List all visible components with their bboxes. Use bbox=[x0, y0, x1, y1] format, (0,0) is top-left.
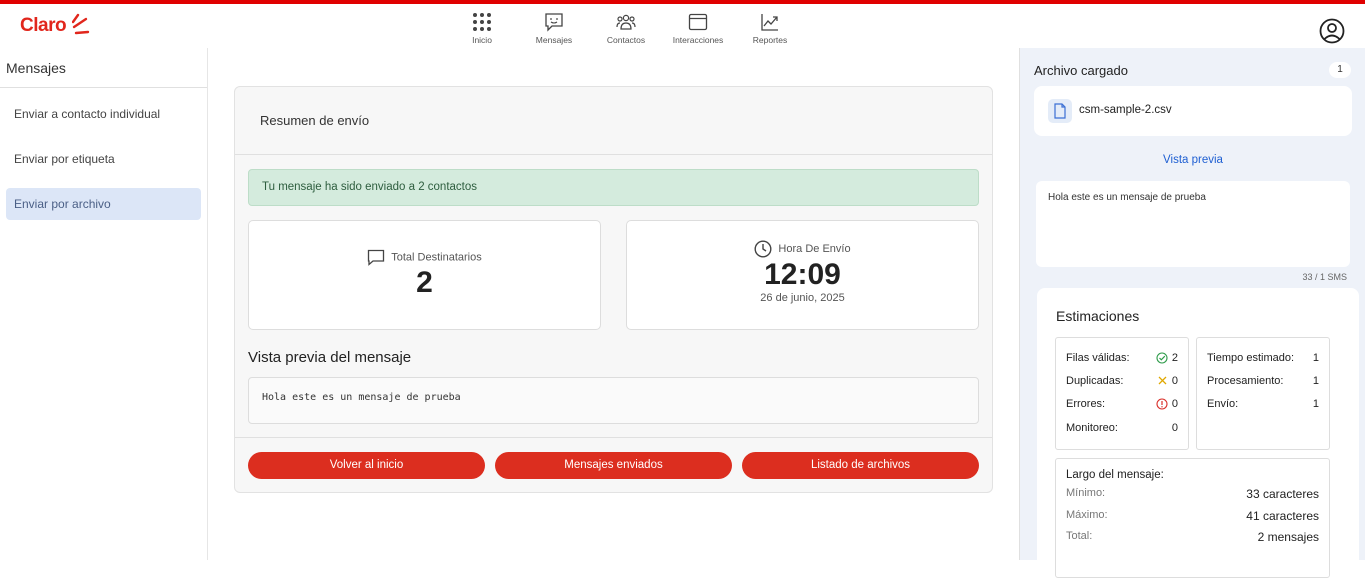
summary-title: Resumen de envío bbox=[235, 87, 992, 155]
nav-label: Mensajes bbox=[535, 35, 573, 45]
file-panel: Archivo cargado 1 csm-sample-2.csv Vista… bbox=[1019, 48, 1365, 578]
estimations-card: Estimaciones Filas válidas: 2 Duplicadas… bbox=[1037, 288, 1359, 578]
nav-label: Contactos bbox=[606, 35, 646, 45]
claro-logo[interactable]: Claro bbox=[20, 13, 90, 37]
sms-count: 33 / 1 SMS bbox=[1302, 272, 1347, 282]
grid-icon bbox=[473, 13, 491, 31]
processing-value: 1 bbox=[1312, 374, 1319, 387]
check-circle-icon bbox=[1156, 352, 1168, 364]
total-length-value: 2 mensajes bbox=[1257, 530, 1319, 544]
file-name: csm-sample-2.csv bbox=[1079, 104, 1172, 116]
send-time-label: Hora De Envío bbox=[778, 242, 851, 255]
file-icon bbox=[1048, 99, 1072, 123]
file-list-button[interactable]: Listado de archivos bbox=[742, 452, 979, 479]
nav-interacciones[interactable]: Interacciones bbox=[662, 10, 734, 45]
errors-label: Errores: bbox=[1066, 398, 1106, 411]
recipients-value: 2 bbox=[416, 266, 433, 299]
max-length-label: Máximo: bbox=[1066, 508, 1108, 521]
sidebar-title: Mensajes bbox=[0, 48, 207, 88]
estimated-time-value: 1 bbox=[1312, 351, 1319, 364]
summary-actions: Volver al inicio Mensajes enviados Lista… bbox=[235, 437, 992, 493]
min-length-label: Mínimo: bbox=[1066, 487, 1106, 499]
nav-contactos[interactable]: Contactos bbox=[590, 10, 662, 45]
main-nav: Inicio Mensajes Contactos Interacciones … bbox=[446, 10, 806, 45]
nav-inicio[interactable]: Inicio bbox=[446, 10, 518, 45]
sending-label: Envío: bbox=[1207, 398, 1239, 411]
monitoring-label: Monitoreo: bbox=[1066, 421, 1118, 434]
window-icon bbox=[688, 13, 708, 31]
message-length-title: Largo del mensaje: bbox=[1066, 469, 1164, 481]
min-length-row: Mínimo: 33 caracteres bbox=[1066, 487, 1319, 509]
rows-summary: Filas válidas: 2 Duplicadas: 0 Errores: … bbox=[1055, 337, 1189, 450]
duplicates-label: Duplicadas: bbox=[1066, 374, 1124, 387]
message-preview: Hola este es un mensaje de prueba bbox=[248, 377, 979, 424]
estimations-title: Estimaciones bbox=[1056, 308, 1140, 324]
summary-card: Resumen de envío Tu mensaje ha sido envi… bbox=[234, 86, 993, 493]
monitoring-value: 0 bbox=[1171, 421, 1178, 434]
recipients-label: Total Destinatarios bbox=[391, 251, 482, 264]
nav-mensajes[interactable]: Mensajes bbox=[518, 10, 590, 45]
file-panel-title: Archivo cargado bbox=[1034, 63, 1128, 78]
sidebar-item-archivo[interactable]: Enviar por archivo bbox=[6, 188, 201, 220]
send-time-stat: Hora De Envío 12:09 26 de junio, 2025 bbox=[626, 220, 979, 330]
send-time-value: 12:09 bbox=[764, 258, 841, 291]
time-summary: Tiempo estimado: 1 Procesamiento: 1 Enví… bbox=[1196, 337, 1330, 450]
valid-rows-label: Filas válidas: bbox=[1066, 351, 1130, 364]
back-home-button[interactable]: Volver al inicio bbox=[248, 452, 485, 479]
people-icon bbox=[616, 14, 636, 30]
duplicates-value: 0 bbox=[1171, 374, 1178, 387]
errors-value: 0 bbox=[1171, 398, 1178, 411]
nav-label: Reportes bbox=[752, 35, 788, 45]
sidebar: Mensajes Enviar a contacto individual En… bbox=[0, 48, 208, 560]
max-length-value: 41 caracteres bbox=[1246, 508, 1319, 523]
logo-burst-icon bbox=[72, 13, 90, 35]
estimated-time-row: Tiempo estimado: 1 bbox=[1207, 346, 1319, 369]
max-length-row: Máximo: 41 caracteres bbox=[1066, 509, 1319, 531]
send-date: 26 de junio, 2025 bbox=[760, 292, 845, 304]
total-length-label: Total: bbox=[1066, 530, 1093, 542]
chat-icon bbox=[545, 13, 563, 32]
duplicates-row: Duplicadas: 0 bbox=[1066, 369, 1178, 392]
sidebar-menu: Enviar a contacto individual Enviar por … bbox=[0, 88, 207, 220]
chart-icon bbox=[761, 14, 778, 31]
estimated-time-label: Tiempo estimado: bbox=[1207, 351, 1295, 364]
monitoring-row: Monitoreo: 0 bbox=[1066, 416, 1178, 439]
preview-title: Vista previa del mensaje bbox=[248, 349, 412, 366]
message-text: Hola este es un mensaje de prueba bbox=[1036, 181, 1350, 267]
user-avatar-icon[interactable] bbox=[1319, 18, 1345, 49]
nav-reportes[interactable]: Reportes bbox=[734, 10, 806, 45]
valid-rows-row: Filas válidas: 2 bbox=[1066, 346, 1178, 369]
message-bubble-icon bbox=[368, 249, 385, 266]
sending-row: Envío: 1 bbox=[1207, 393, 1319, 416]
sending-value: 1 bbox=[1312, 398, 1319, 411]
sent-messages-button[interactable]: Mensajes enviados bbox=[495, 452, 732, 479]
min-length-value: 33 caracteres bbox=[1246, 487, 1319, 501]
total-length-row: Total: 2 mensajes bbox=[1066, 530, 1319, 552]
recipients-label-row: Total Destinatarios bbox=[249, 249, 600, 266]
uploaded-file[interactable]: csm-sample-2.csv bbox=[1034, 86, 1352, 136]
file-count-badge: 1 bbox=[1329, 62, 1351, 78]
processing-label: Procesamiento: bbox=[1207, 374, 1284, 387]
preview-link[interactable]: Vista previa bbox=[1020, 154, 1365, 166]
recipients-stat: Total Destinatarios 2 bbox=[248, 220, 601, 330]
x-icon bbox=[1158, 376, 1167, 385]
top-header: Claro Inicio Mensajes Contactos Interacc… bbox=[0, 4, 1365, 48]
alert-circle-icon bbox=[1156, 398, 1168, 410]
sidebar-item-individual[interactable]: Enviar a contacto individual bbox=[6, 98, 201, 130]
errors-row: Errores: 0 bbox=[1066, 393, 1178, 416]
message-length-box: Largo del mensaje: Mínimo: 33 caracteres… bbox=[1055, 458, 1330, 578]
success-alert: Tu mensaje ha sido enviado a 2 contactos bbox=[248, 169, 979, 206]
send-time-label-row: Hora De Envío bbox=[627, 240, 978, 258]
nav-label: Interacciones bbox=[672, 35, 724, 45]
sidebar-item-etiqueta[interactable]: Enviar por etiqueta bbox=[6, 143, 201, 175]
nav-label: Inicio bbox=[472, 35, 492, 45]
clock-icon bbox=[754, 240, 772, 258]
valid-rows-value: 2 bbox=[1171, 351, 1178, 364]
processing-row: Procesamiento: 1 bbox=[1207, 369, 1319, 392]
